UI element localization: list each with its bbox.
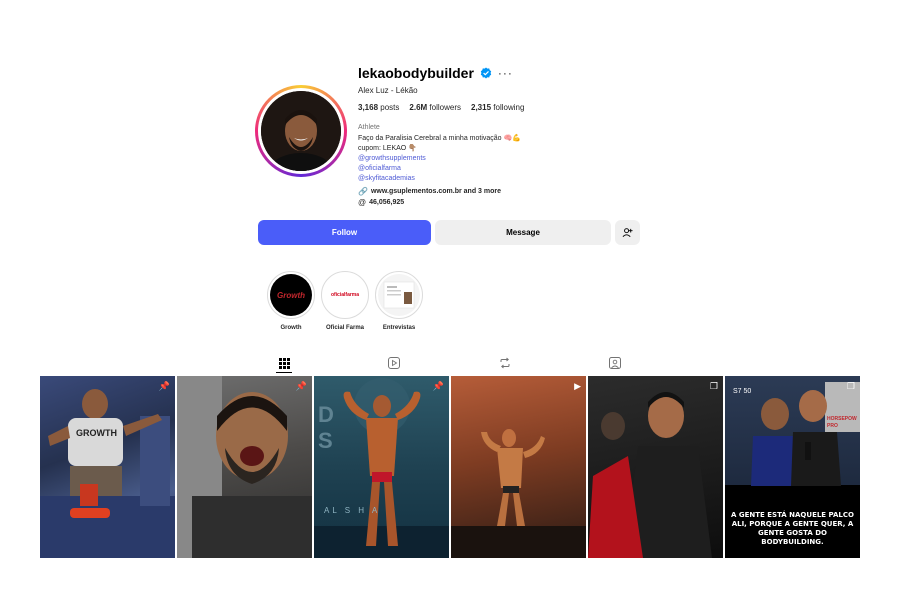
profile-category: Athlete [358,124,380,131]
scoreboard-text: S7 50 [733,388,752,395]
message-button[interactable]: Message [435,220,611,245]
tagged-user-icon [609,357,621,369]
suggest-users-button[interactable] [615,220,640,245]
reels-icon [388,357,400,369]
highlight-ring [375,271,423,319]
post-image-selfie [177,376,312,558]
highlight-oficial-farma[interactable]: oficialfarma Oficial Farma [320,271,370,331]
highlight-entrevistas[interactable]: Entrevistas [374,271,424,331]
entrevistas-preview [383,281,415,309]
post-thumbnail[interactable]: ▶ [451,376,586,558]
external-link-text: www.gsuplementos.com.br and 3 more [370,188,502,195]
mention-link[interactable]: @growthsupplements [358,154,658,164]
threads-icon: @ [358,198,367,207]
username-row: lekaobodybuilder ··· [358,64,658,82]
oficialfarma-logo: oficialfarma [324,274,366,316]
highlight-label: Growth [280,325,302,331]
backdrop-bottom-text: AL S H A [324,506,381,515]
highlight-ring: oficialfarma [321,271,369,319]
username: lekaobodybuilder [358,65,474,81]
bio-line: Faço da Paralisia Cerebral a minha motiv… [358,135,521,142]
banner-text: HORSEPOW PRO [827,416,857,429]
threads-count: 46,056,925 [369,199,405,206]
profile-tabs [0,356,900,373]
bio: Faço da Paralisia Cerebral a minha motiv… [358,134,658,184]
post-image-backstage [588,392,712,558]
caption-overlay-text: A GENTE ESTÁ NAQUELE PALCO ALI, PORQUE A… [731,511,854,546]
profile-avatar[interactable] [255,85,347,177]
tab-tagged[interactable] [608,356,622,370]
highlight-label: Oficial Farma [325,325,364,331]
backdrop-text: D S [318,402,394,453]
post-thumbnail[interactable]: GROWTH 📌 [40,376,175,558]
following-count[interactable]: 2,315 following [471,103,524,112]
threads-link[interactable]: @ 46,056,925 [358,198,658,207]
highlight-label: Entrevistas [382,325,416,331]
tab-posts[interactable] [277,356,291,370]
post-image-gym [40,389,175,558]
bio-line: cupom: LEKAO 👇🏽 [358,145,417,152]
mention-link[interactable]: @oficialfarma [358,164,658,174]
carousel-icon: ❐ [709,381,718,391]
highlight-growth[interactable]: Growth Growth [266,271,316,331]
avatar-photo [261,91,341,171]
pinned-icon: 📌 [295,381,307,391]
repost-icon [500,357,510,369]
avatar-illustration [261,91,341,171]
options-more-icon[interactable]: ··· [498,67,513,79]
followers-count[interactable]: 2.6M followers [409,103,461,112]
profile-info: lekaobodybuilder ··· Alex Luz - Lékão 3,… [358,64,658,207]
post-thumbnail[interactable]: 📌 [177,376,312,558]
shirt-text: GROWTH [76,428,117,438]
profile-stats: 3,168 posts 2.6M followers 2,315 followi… [358,103,658,112]
growth-logo: Growth [270,274,312,316]
post-image-stage-side [451,429,586,558]
tab-reposts[interactable] [498,356,512,370]
add-user-icon [622,228,633,237]
link-icon: 🔗 [358,187,368,196]
external-link[interactable]: 🔗 www.gsuplementos.com.br and 3 more [358,187,658,196]
active-tab-indicator [276,372,292,373]
tab-reels[interactable] [387,356,401,370]
follow-button[interactable]: Follow [258,220,431,245]
verified-badge-icon [480,67,492,79]
entrevistas-thumbnail [378,274,420,316]
highlight-ring: Growth [267,271,315,319]
full-name: Alex Luz - Lékão [358,86,418,95]
mention-link[interactable]: @skyfitacademias [358,174,658,184]
grid-icon [278,357,290,369]
carousel-icon: ❐ [846,381,855,391]
avatar-border [258,88,344,174]
post-thumbnail[interactable]: D S AL S H A 📌 [314,376,449,558]
posts-count: 3,168 posts [358,103,400,112]
pinned-icon: 📌 [432,381,444,391]
post-thumbnail[interactable]: S7 50 HORSEPOW PRO A GENTE ESTÁ NAQUELE … [725,376,860,558]
post-thumbnail[interactable]: ❐ [588,376,723,558]
pinned-icon: 📌 [158,381,170,391]
reel-icon: ▶ [574,381,581,391]
posts-grid: GROWTH 📌 📌 D S AL S H A 📌 ▶ ❐ S7 50 HORS… [40,376,860,558]
